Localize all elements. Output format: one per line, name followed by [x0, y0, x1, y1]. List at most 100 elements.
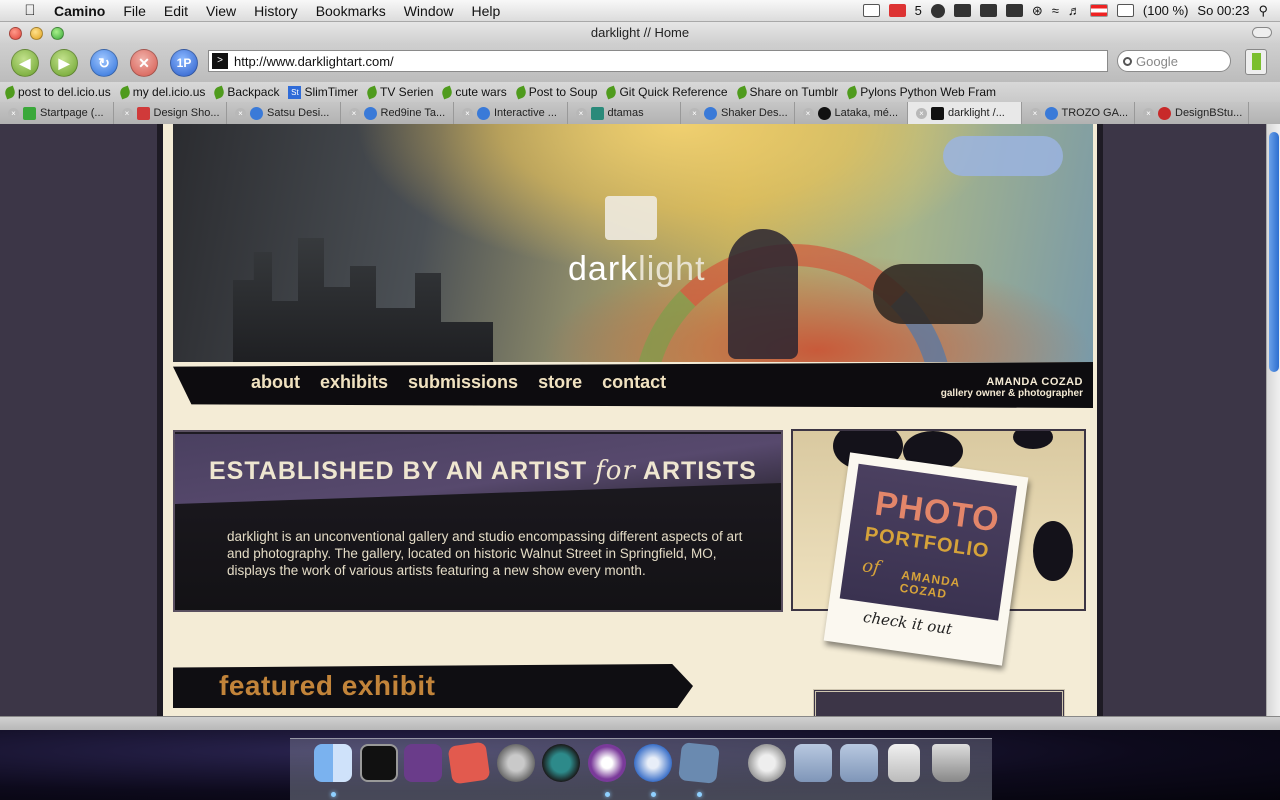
close-window-button[interactable] — [9, 27, 22, 40]
bookmark-item[interactable]: Post to Soup — [514, 85, 597, 99]
search-field[interactable]: Google — [1117, 50, 1231, 72]
volume-icon[interactable]: ♬ — [1068, 3, 1081, 18]
chat-app-icon[interactable] — [588, 744, 626, 782]
bookmark-button[interactable] — [1245, 49, 1267, 75]
back-button[interactable]: ◀ — [11, 49, 39, 77]
reload-button[interactable]: ↻ — [90, 49, 118, 77]
close-tab-icon[interactable]: × — [1143, 107, 1154, 119]
bookmark-item[interactable]: Share on Tumblr — [734, 85, 838, 99]
close-tab-icon[interactable]: × — [802, 107, 814, 119]
minimize-window-button[interactable] — [30, 27, 43, 40]
tab-favicon-icon — [817, 106, 831, 120]
editor-icon[interactable] — [404, 744, 442, 782]
forward-button[interactable]: ▶ — [50, 49, 78, 77]
close-tab-icon[interactable]: × — [462, 107, 473, 119]
bookmark-item[interactable]: post to del.icio.us — [3, 85, 111, 99]
mail-icon[interactable] — [888, 4, 906, 17]
site-logo[interactable]: darklight — [568, 250, 706, 289]
nav-contact[interactable]: contact — [602, 372, 666, 393]
portfolio-polaroid[interactable]: PHOTO PORTFOLIO of AMANDA COZAD check it … — [823, 452, 1029, 666]
window-controls — [9, 27, 64, 40]
menu-help[interactable]: Help — [463, 3, 510, 19]
menu-app[interactable]: Camino — [40, 3, 114, 19]
spotlight-icon[interactable]: ⚲ — [1258, 3, 1268, 19]
tab[interactable]: × Design Sho... — [114, 102, 227, 124]
stop-button[interactable]: ✕ — [130, 49, 158, 77]
display-icon[interactable] — [979, 4, 997, 17]
documents-folder-icon[interactable] — [794, 744, 832, 782]
bookmark-label: Pylons Python Web Fram — [860, 85, 997, 99]
input-flag-icon[interactable] — [1089, 4, 1108, 17]
battery-icon[interactable] — [1116, 4, 1134, 17]
bluetooth-icon[interactable]: ⊛ — [1032, 3, 1043, 19]
zoom-window-button[interactable] — [51, 27, 64, 40]
tab-active[interactable]: × darklight /... — [908, 102, 1022, 124]
bookmark-item[interactable]: St SlimTimer — [288, 85, 358, 99]
paw-icon[interactable] — [930, 3, 945, 18]
close-tab-icon[interactable]: × — [1029, 107, 1041, 119]
nav-submissions[interactable]: submissions — [408, 372, 518, 393]
tab[interactable]: × dtamas — [568, 102, 681, 124]
intro-panel: ESTABLISHED BY AN ARTIST for ARTISTS dar… — [173, 430, 783, 612]
downloads-folder-icon[interactable] — [840, 744, 878, 782]
bookmark-item[interactable]: Backpack — [212, 85, 279, 99]
close-tab-icon[interactable]: × — [121, 107, 133, 119]
bookmark-item[interactable]: cute wars — [440, 85, 507, 99]
close-tab-icon[interactable]: × — [235, 107, 246, 119]
close-tab-icon[interactable]: × — [348, 107, 360, 119]
close-tab-icon[interactable]: × — [575, 107, 587, 119]
wifi-icon[interactable]: ≈ — [1052, 3, 1059, 18]
tab-label: Red9ine Ta... — [380, 107, 446, 119]
tab[interactable]: × Lataka, mé... — [795, 102, 908, 124]
tab[interactable]: × TROZO GA... — [1022, 102, 1135, 124]
menu-view[interactable]: View — [197, 3, 245, 19]
terminal-icon[interactable] — [360, 744, 398, 782]
menu-history[interactable]: History — [245, 3, 307, 19]
address-text[interactable]: http://www.darklightart.com/ — [234, 54, 394, 69]
1password-button[interactable]: 1P — [170, 49, 198, 77]
vertical-scrollbar[interactable] — [1266, 124, 1280, 716]
clock[interactable]: So 00:23 — [1197, 3, 1249, 18]
document-icon[interactable] — [888, 744, 920, 782]
menu-bookmarks[interactable]: Bookmarks — [307, 3, 395, 19]
cloud-art — [943, 136, 1063, 176]
menu-file[interactable]: File — [114, 3, 155, 19]
bookmark-item[interactable]: my del.icio.us — [118, 85, 205, 99]
bookmark-item[interactable]: Git Quick Reference — [604, 85, 728, 99]
tab[interactable]: × DesignBStu... — [1135, 102, 1249, 124]
tab[interactable]: × Satsu Desi... — [227, 102, 341, 124]
tab[interactable]: × Red9ine Ta... — [341, 102, 454, 124]
photo-booth-icon[interactable] — [678, 742, 720, 784]
calendar-icon[interactable] — [862, 4, 880, 17]
tab-label: darklight /... — [948, 107, 1005, 119]
city-silhouette — [233, 238, 493, 362]
finder-icon[interactable] — [314, 744, 352, 782]
close-tab-icon[interactable]: × — [8, 107, 19, 119]
mail-stack-icon[interactable] — [748, 744, 786, 782]
tab[interactable]: × Shaker Des... — [681, 102, 795, 124]
css-edit-icon[interactable] — [447, 741, 491, 785]
menu-window[interactable]: Window — [395, 3, 463, 19]
nav-store[interactable]: store — [538, 372, 582, 393]
nav-about[interactable]: about — [251, 372, 300, 393]
tab[interactable]: × Startpage (... — [0, 102, 114, 124]
nav-exhibits[interactable]: exhibits — [320, 372, 388, 393]
web-viewport[interactable]: darklight about exhibits submissions sto… — [0, 124, 1266, 716]
menu-edit[interactable]: Edit — [155, 3, 197, 19]
address-bar[interactable]: > http://www.darklightart.com/ — [208, 50, 1108, 72]
toolbar-toggle-button[interactable] — [1252, 27, 1272, 38]
time-machine-icon[interactable] — [542, 744, 580, 782]
apple-menu-icon[interactable]:  — [20, 2, 40, 19]
trash-icon[interactable] — [932, 744, 970, 782]
bookmark-item[interactable]: Pylons Python Web Fram — [845, 85, 997, 99]
scrollbar-thumb[interactable] — [1269, 132, 1279, 372]
camino-icon[interactable] — [634, 744, 672, 782]
system-preferences-icon[interactable] — [497, 744, 535, 782]
spaces-icon[interactable] — [953, 4, 971, 17]
logo-mark-icon[interactable] — [605, 196, 657, 240]
close-tab-icon[interactable]: × — [689, 107, 700, 119]
close-tab-icon[interactable]: × — [916, 107, 927, 119]
tab[interactable]: × Interactive ... — [454, 102, 568, 124]
keyboard-icon[interactable] — [1005, 4, 1023, 17]
bookmark-item[interactable]: TV Serien — [365, 85, 433, 99]
